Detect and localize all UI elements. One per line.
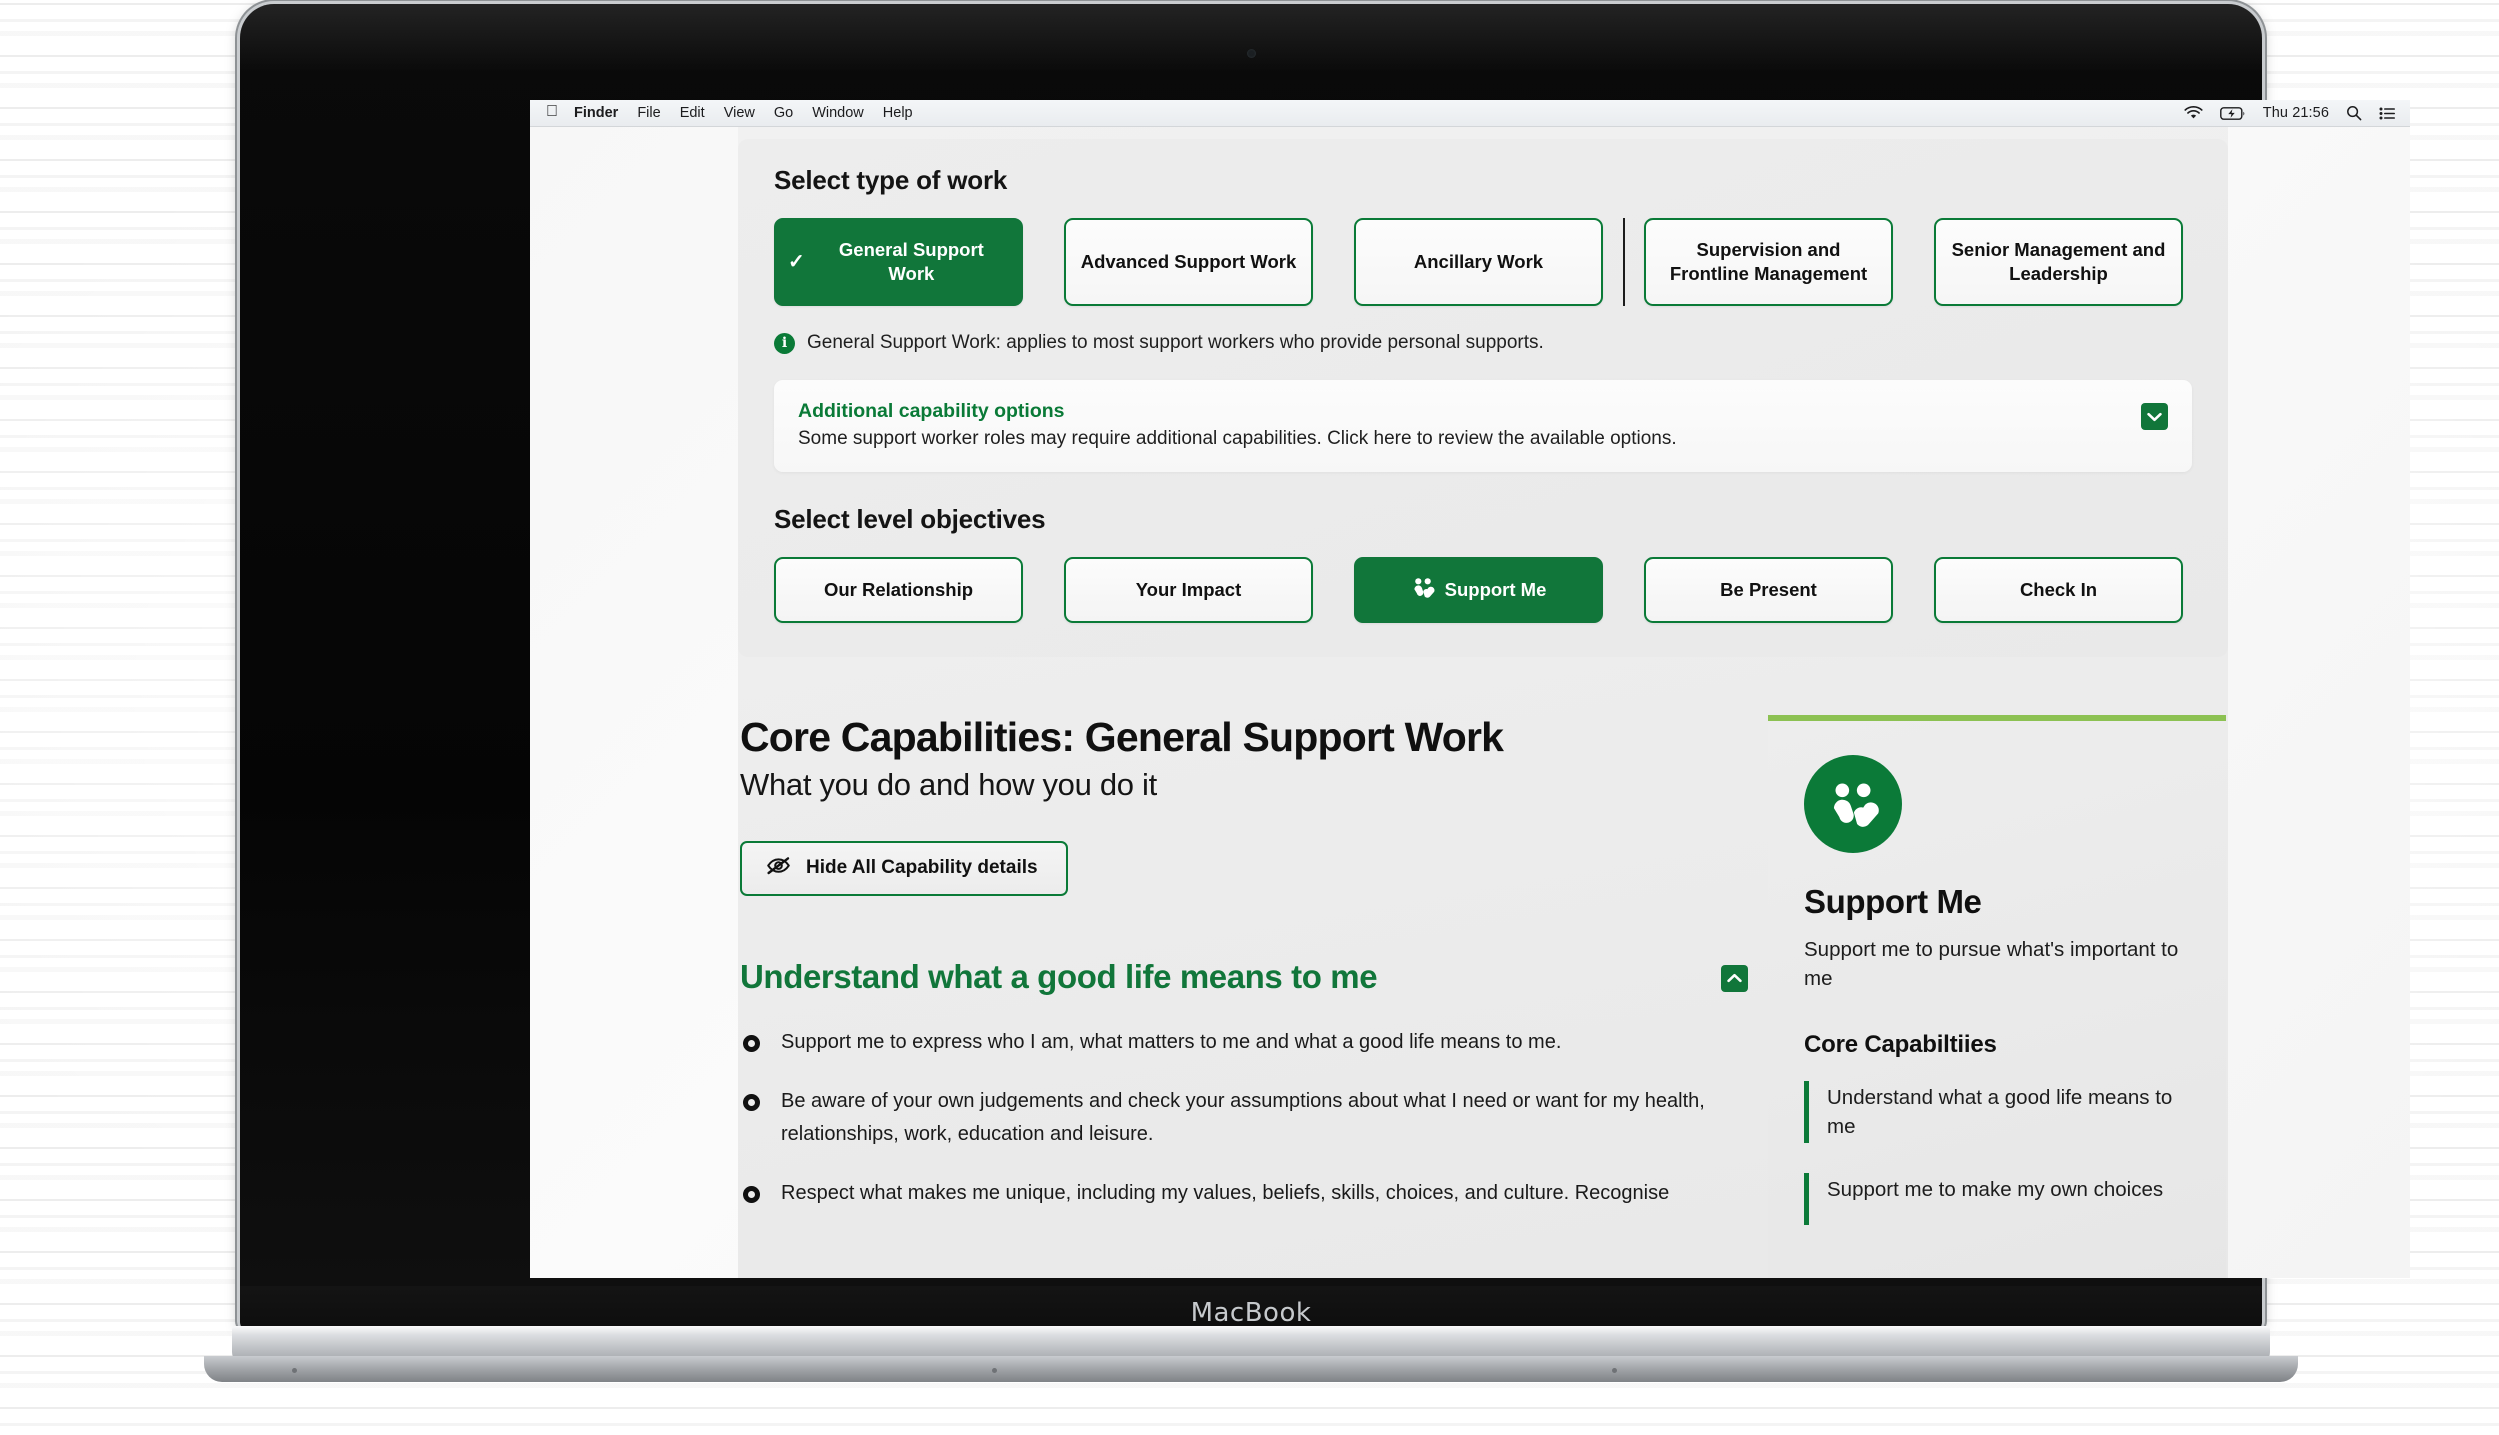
foot-screw	[1612, 1368, 1617, 1373]
menu-item-file[interactable]: File	[637, 105, 660, 121]
select-level-objectives-title: Select level objectives	[774, 504, 1046, 534]
capabilities-main-column: Core Capabilities: General Support Work …	[738, 714, 1748, 1278]
additional-capability-text-block: Additional capability options Some suppo…	[798, 400, 2141, 450]
level-objective-check-in[interactable]: Check In	[1934, 557, 2183, 623]
bullet-ring-icon	[743, 1186, 760, 1204]
capability-bullet-list: Support me to express who I am, what mat…	[740, 1026, 1748, 1210]
level-objective-support-me[interactable]: Support Me	[1354, 557, 1603, 623]
control-center-icon[interactable]	[2379, 107, 2396, 120]
hide-all-capability-details-button[interactable]: Hide All Capability details	[740, 840, 1068, 896]
menu-item-finder[interactable]: Finder	[574, 105, 618, 121]
foot-screw	[992, 1368, 997, 1373]
search-icon[interactable]	[2346, 105, 2362, 121]
work-type-info-text: General Support Work: applies to most su…	[807, 332, 1544, 353]
work-selector-panel: Select type of work ✓ General Support Wo…	[738, 139, 2228, 657]
apple-logo-icon[interactable]: 	[546, 104, 558, 120]
group-divider	[1603, 218, 1644, 306]
level-objectives-button-row: Our Relationship Your Impact Support Me …	[774, 557, 2192, 623]
level-objective-label: Your Impact	[1135, 579, 1242, 600]
list-item: Be aware of your own judgements and chec…	[740, 1085, 1748, 1150]
webcam-icon	[1246, 49, 1256, 58]
type-option-label: Ancillary Work	[1413, 251, 1544, 273]
hide-button-label: Hide All Capability details	[806, 857, 1038, 879]
bullet-ring-icon	[743, 1034, 760, 1052]
capability-header[interactable]: Understand what a good life means to me	[740, 958, 1748, 996]
sidebar-capability-item[interactable]: Support me to make my own choices	[1804, 1173, 2190, 1226]
menu-item-edit[interactable]: Edit	[680, 105, 705, 121]
level-objective-your-impact[interactable]: Your Impact	[1064, 557, 1313, 623]
type-option-label: Senior Management and Leadership	[1951, 239, 2166, 284]
content-container: Select type of work ✓ General Support Wo…	[738, 127, 2228, 1278]
additional-capability-options-card[interactable]: Additional capability options Some suppo…	[774, 380, 2192, 472]
select-type-of-work-title: Select type of work	[774, 165, 1008, 195]
sidebar-title: Support Me	[1804, 883, 1982, 920]
support-me-card: Support Me Support me to pursue what's i…	[1768, 715, 2226, 1278]
type-option-senior-management-and-leadership[interactable]: Senior Management and Leadership	[1934, 218, 2183, 306]
type-option-label: Supervision and Frontline Management	[1669, 239, 1868, 284]
macbook-brand-label: MacBook	[1190, 1298, 1312, 1328]
sidebar-capability-item[interactable]: Understand what a good life means to me	[1804, 1081, 2190, 1144]
type-option-supervision-and-frontline-management[interactable]: Supervision and Frontline Management	[1644, 218, 1893, 306]
laptop-foot	[204, 1356, 2298, 1382]
menubar-clock[interactable]: Thu 21:56	[2263, 105, 2329, 121]
foot-screw	[292, 1368, 297, 1373]
page-subtitle: What you do and how you do it	[740, 766, 1157, 802]
eye-slash-icon	[766, 856, 806, 881]
capabilities-section: Core Capabilities: General Support Work …	[738, 657, 2228, 1278]
capability-heading: Understand what a good life means to me	[740, 957, 1378, 995]
level-objective-label: Our Relationship	[823, 579, 974, 600]
bullet-text: Respect what makes me unique, including …	[781, 1182, 1670, 1205]
level-objective-label: Support Me	[1444, 579, 1547, 600]
type-option-label: Advanced Support Work	[1080, 251, 1297, 273]
chevron-up-icon[interactable]	[1721, 964, 1748, 992]
list-item: Support me to express who I am, what mat…	[740, 1026, 1748, 1058]
type-option-general-support-work[interactable]: ✓ General Support Work	[774, 218, 1023, 306]
type-of-work-button-row: ✓ General Support Work Advanced Support …	[774, 218, 2192, 306]
type-option-ancillary-work[interactable]: Ancillary Work	[1354, 218, 1603, 306]
level-objective-our-relationship[interactable]: Our Relationship	[774, 557, 1023, 623]
battery-charging-icon[interactable]	[2219, 106, 2246, 120]
menu-item-go[interactable]: Go	[774, 105, 793, 121]
level-objective-label: Be Present	[1720, 579, 1817, 600]
check-icon: ✓	[788, 251, 805, 273]
support-me-sidebar: Support Me Support me to pursue what's i…	[1768, 715, 2226, 1278]
lid-sheen	[240, 4, 2262, 74]
macos-menubar:  Finder File Edit View Go Window Help	[530, 100, 2410, 127]
chevron-down-icon[interactable]	[2141, 403, 2168, 430]
type-option-label: General Support Work	[838, 239, 984, 284]
laptop-screen:  Finder File Edit View Go Window Help	[530, 100, 2410, 1278]
macbook-device:  Finder File Edit View Go Window Help	[204, 4, 2410, 1424]
additional-capability-description: Some support worker roles may require ad…	[798, 428, 1677, 449]
sidebar-core-capabilities-heading: Core Capabiltiies	[1804, 1031, 1997, 1059]
menu-item-help[interactable]: Help	[883, 105, 913, 121]
browser-page: Select type of work ✓ General Support Wo…	[530, 127, 2410, 1278]
bullet-ring-icon	[743, 1094, 760, 1112]
info-icon: i	[774, 332, 795, 354]
page-title: Core Capabilities: General Support Work	[740, 714, 1504, 760]
type-option-advanced-support-work[interactable]: Advanced Support Work	[1064, 218, 1313, 306]
bullet-text: Be aware of your own judgements and chec…	[781, 1090, 1705, 1145]
bullet-text: Support me to express who I am, what mat…	[781, 1030, 1562, 1053]
two-people-circle-icon	[1804, 755, 1902, 853]
level-objective-label: Check In	[2019, 579, 2098, 600]
wifi-icon[interactable]	[2184, 106, 2203, 120]
additional-capability-title: Additional capability options	[798, 400, 1065, 422]
level-objective-be-present[interactable]: Be Present	[1644, 557, 1893, 623]
menu-item-window[interactable]: Window	[812, 105, 864, 121]
work-type-info-line: i General Support Work: applies to most …	[774, 332, 2192, 354]
list-item: Respect what makes me unique, including …	[740, 1177, 1748, 1209]
two-people-icon	[1411, 577, 1445, 604]
menu-item-view[interactable]: View	[724, 105, 755, 121]
sidebar-description: Support me to pursue what's important to…	[1804, 938, 2179, 991]
